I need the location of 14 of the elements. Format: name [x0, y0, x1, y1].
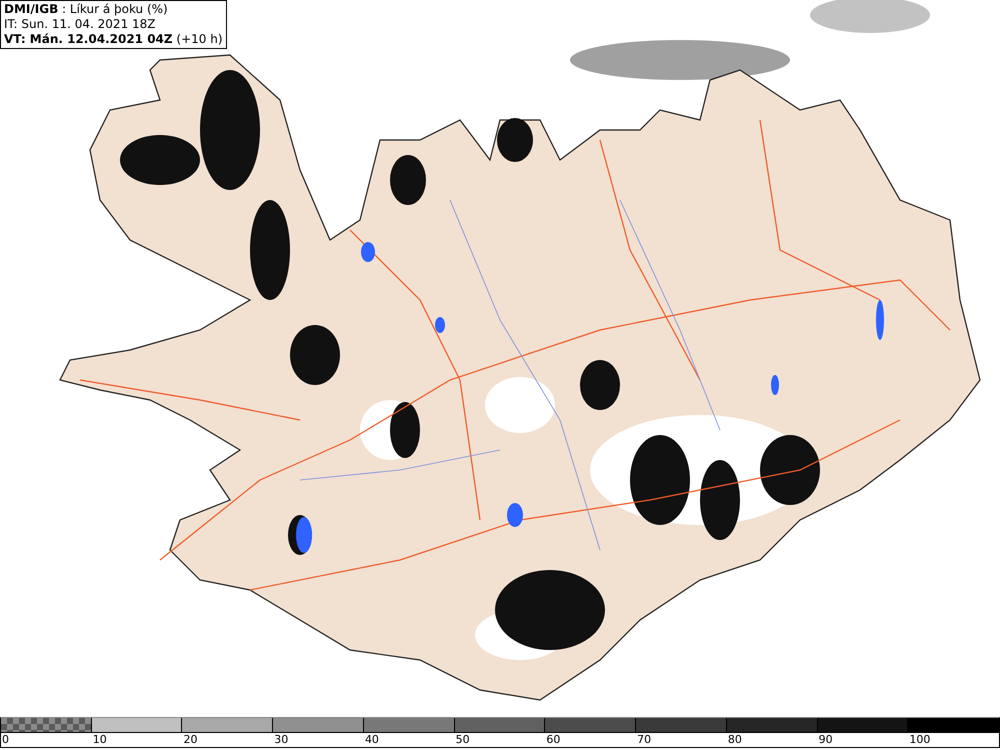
- legend-label: 20: [182, 733, 198, 747]
- issue-time: IT: Sun. 11. 04. 2021 18Z: [4, 17, 157, 32]
- legend-label: 0: [1, 733, 9, 747]
- map-title: DMI/IGB : Líkur á þoku (%): [4, 2, 169, 17]
- valid-time: VT: Mán. 12.04.2021 04Z (+10 h): [4, 32, 223, 47]
- legend-label: 90: [818, 733, 833, 747]
- legend-label: 40: [364, 733, 379, 747]
- legend-label: 30: [273, 733, 288, 747]
- legend-label: 50: [454, 733, 470, 747]
- legend-label: 60: [545, 733, 560, 747]
- legend-label: 10: [92, 733, 107, 747]
- legend-label: 80: [726, 733, 742, 747]
- legend-label: 70: [636, 733, 652, 747]
- legend-label: 100: [908, 733, 930, 747]
